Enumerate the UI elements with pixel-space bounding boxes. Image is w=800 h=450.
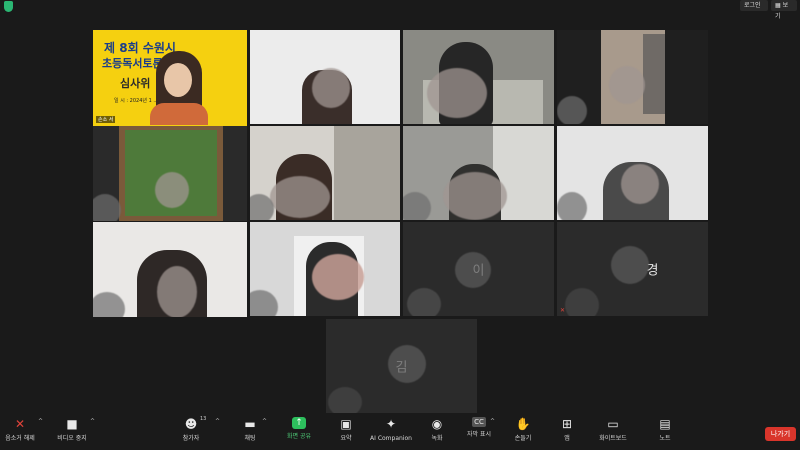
- face-blur: [312, 254, 364, 300]
- face-blur: [93, 292, 125, 317]
- participant-tile-12[interactable]: 경 ✕: [557, 222, 708, 316]
- record-button[interactable]: ◉ 녹화: [426, 417, 448, 449]
- chevron-up-icon[interactable]: ^: [490, 418, 495, 425]
- name-blur: [388, 345, 426, 383]
- background-shape: [334, 126, 400, 220]
- notes-label: 노트: [659, 435, 671, 442]
- ai-companion-button[interactable]: ✦ AI Companion: [368, 417, 414, 449]
- notes-button[interactable]: ▤ 노트: [654, 417, 676, 449]
- bookshelf: [643, 34, 665, 114]
- notes-icon: ▤: [659, 417, 671, 431]
- unmute-label: 음소거 해제: [5, 435, 35, 442]
- view-button[interactable]: ▦ 보기: [771, 0, 797, 20]
- face-blur: [250, 290, 278, 316]
- participants-label: 참가자: [182, 435, 200, 442]
- face-blur: [93, 194, 121, 221]
- face-blur: [403, 192, 431, 220]
- whiteboard-button[interactable]: ▭ 화이트보드: [596, 417, 630, 449]
- poster-title-line1: 제 8회 수원시: [104, 41, 176, 55]
- participant-name-tag: 손소 서: [96, 116, 116, 123]
- raise-hand-button[interactable]: ✋ 손들기: [510, 417, 536, 449]
- face-blur: [270, 176, 330, 218]
- participant-tile-poster[interactable]: 제 8회 수원시 초등독서토론대회 심사위 일 시 : 2024년 1 ... …: [93, 30, 247, 126]
- name-blur: [455, 252, 491, 288]
- participant-tile-9[interactable]: [93, 222, 247, 317]
- face-blur: [443, 172, 507, 220]
- summary-icon: ▣: [340, 417, 352, 431]
- face-blur: [155, 172, 189, 208]
- participant-tile-10[interactable]: [250, 222, 400, 316]
- face-blur: [621, 164, 659, 204]
- apps-button[interactable]: ⊞ 앱: [556, 417, 578, 449]
- poster-title-line3: 심사위: [120, 77, 151, 90]
- captions-label: 자막 표시: [467, 431, 491, 438]
- face-blur: [427, 68, 487, 118]
- apps-icon: ⊞: [561, 417, 573, 431]
- top-bar: 로그인 ▦ 보기: [0, 0, 800, 20]
- face-blur: [565, 288, 599, 316]
- chevron-up-icon[interactable]: ^: [38, 418, 43, 425]
- chat-button[interactable]: ▬ 채팅: [238, 417, 262, 449]
- participant-tile-7[interactable]: [403, 126, 554, 220]
- participant-tile-13[interactable]: 김: [326, 319, 477, 413]
- face-blur: [557, 192, 587, 220]
- login-button[interactable]: 로그인: [740, 0, 768, 11]
- apps-label: 앱: [564, 435, 570, 442]
- record-label: 녹화: [431, 435, 443, 442]
- chat-icon: ▬: [244, 417, 256, 431]
- participant-tile-8[interactable]: [557, 126, 708, 220]
- face-blur: [312, 68, 350, 108]
- chat-label: 채팅: [244, 435, 256, 442]
- participants-icon: ☻: [184, 417, 198, 431]
- share-screen-label: 화면 공유: [287, 433, 311, 440]
- participant-tile-5[interactable]: [93, 126, 247, 221]
- participant-tile-11[interactable]: 이: [403, 222, 554, 316]
- name-blur: [611, 246, 649, 284]
- face-blur: [407, 288, 441, 316]
- mic-muted-icon: ✕: [14, 417, 26, 431]
- security-shield-icon[interactable]: [4, 1, 13, 12]
- face-blur: [609, 66, 645, 104]
- raise-hand-icon: ✋: [515, 417, 531, 431]
- participants-count: 13: [200, 416, 207, 422]
- stop-video-button[interactable]: ■ 비디오 중지: [52, 417, 92, 449]
- chevron-up-icon[interactable]: ^: [262, 418, 267, 425]
- chevron-up-icon[interactable]: ^: [90, 418, 95, 425]
- face-blur: [328, 387, 362, 413]
- participant-face: [164, 63, 192, 97]
- leave-button[interactable]: 나가기: [765, 427, 796, 441]
- participant-tile-3[interactable]: [403, 30, 554, 124]
- participant-tile-2[interactable]: [250, 30, 400, 124]
- summary-button[interactable]: ▣ 요약: [334, 417, 358, 449]
- grid-view-icon: ▦: [775, 2, 783, 9]
- meeting-toolbar: ✕ 음소거 해제 ^ ■ 비디오 중지 ^ ☻ 참가자 13 ^ ▬ 채팅 ^ …: [0, 414, 800, 450]
- face-blur: [157, 266, 197, 317]
- summary-label: 요약: [340, 435, 352, 442]
- raise-hand-label: 손들기: [514, 435, 532, 442]
- whiteboard-icon: ▭: [607, 417, 619, 431]
- share-screen-button[interactable]: ↑ 화면 공유: [282, 417, 316, 449]
- stop-video-label: 비디오 중지: [57, 435, 87, 442]
- participant-tile-4[interactable]: [557, 30, 708, 124]
- share-screen-icon: ↑: [292, 417, 306, 429]
- whiteboard-label: 화이트보드: [599, 435, 627, 442]
- participant-body: [150, 103, 208, 125]
- video-camera-icon: ■: [66, 417, 78, 431]
- ai-companion-icon: ✦: [385, 417, 397, 431]
- video-gallery: 제 8회 수원시 초등독서토론대회 심사위 일 시 : 2024년 1 ... …: [0, 14, 800, 414]
- captions-icon: CC: [472, 417, 486, 427]
- ai-companion-label: AI Companion: [370, 435, 412, 442]
- muted-mic-icon: ✕: [560, 307, 566, 314]
- chevron-up-icon[interactable]: ^: [215, 418, 220, 425]
- participant-tile-6[interactable]: [250, 126, 400, 220]
- record-icon: ◉: [431, 417, 443, 431]
- unmute-button[interactable]: ✕ 음소거 해제: [2, 417, 38, 449]
- face-blur: [557, 96, 587, 124]
